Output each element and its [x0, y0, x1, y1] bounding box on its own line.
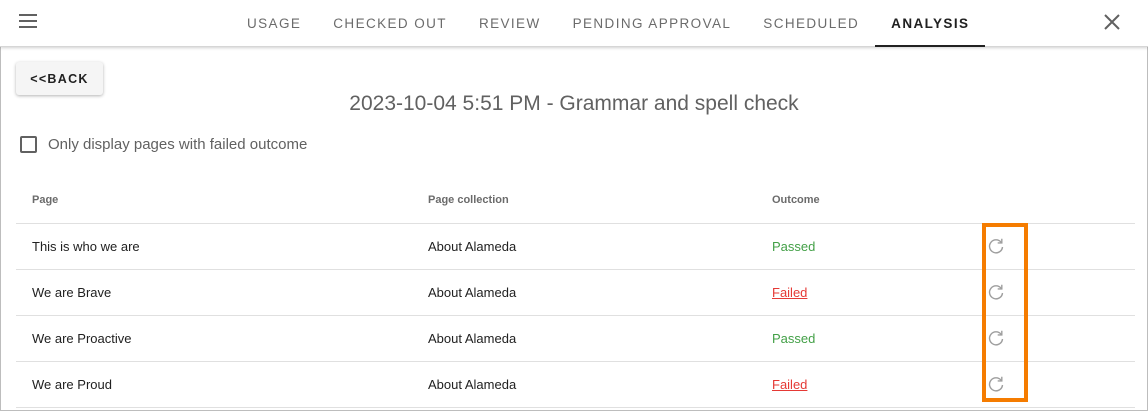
tab-usage[interactable]: USAGE	[231, 0, 317, 47]
tab-analysis[interactable]: ANALYSIS	[875, 0, 986, 47]
page-collection-cell: About Alameda	[428, 315, 772, 362]
outcome-cell: Failed	[772, 269, 985, 316]
page-collection-cell: About Alameda	[428, 361, 772, 408]
page-collection-cell: About Alameda	[428, 269, 772, 316]
table-row: We are Proactive About Alameda Passed	[16, 315, 1135, 362]
actions-cell	[985, 223, 1135, 270]
back-button[interactable]: <<BACK	[16, 62, 103, 95]
page-cell: We are Proud	[16, 361, 428, 408]
failed-only-label: Only display pages with failed outcome	[48, 136, 308, 153]
table-row: This is who we are About Alameda Passed	[16, 223, 1135, 270]
outcome-failed-link[interactable]: Failed	[772, 377, 807, 392]
outcome-passed: Passed	[772, 315, 985, 362]
refresh-icon[interactable]	[986, 282, 1006, 302]
refresh-icon[interactable]	[986, 236, 1006, 256]
tab-scheduled[interactable]: SCHEDULED	[747, 0, 875, 47]
tab-review[interactable]: REVIEW	[463, 0, 557, 47]
table-row: We are Brave About Alameda Failed	[16, 269, 1135, 316]
page-cell: We are Brave	[16, 269, 428, 316]
tab-bar: USAGE CHECKED OUT REVIEW PENDING APPROVA…	[231, 0, 986, 47]
refresh-icon[interactable]	[986, 374, 1006, 394]
actions-cell	[985, 315, 1135, 362]
results-table: Page Page collection Outcome This is who…	[16, 177, 1135, 408]
failed-only-checkbox[interactable]	[20, 136, 37, 153]
outcome-failed-link[interactable]: Failed	[772, 285, 807, 300]
tab-pending-approval[interactable]: PENDING APPROVAL	[557, 0, 748, 47]
outcome-passed: Passed	[772, 223, 985, 270]
column-header-page[interactable]: Page	[16, 177, 428, 224]
page-cell: We are Proactive	[16, 315, 428, 362]
column-header-actions	[985, 177, 1135, 224]
page-cell: This is who we are	[16, 223, 428, 270]
close-icon[interactable]	[1102, 12, 1122, 32]
actions-cell	[985, 269, 1135, 316]
column-header-outcome[interactable]: Outcome	[772, 177, 985, 224]
tab-checked-out[interactable]: CHECKED OUT	[317, 0, 463, 47]
failed-only-filter[interactable]: Only display pages with failed outcome	[20, 136, 307, 153]
table-row: We are Proud About Alameda Failed	[16, 361, 1135, 408]
top-navigation-bar: USAGE CHECKED OUT REVIEW PENDING APPROVA…	[0, 0, 1148, 47]
column-header-page-collection[interactable]: Page collection	[428, 177, 772, 224]
actions-cell	[985, 361, 1135, 408]
hamburger-menu-icon[interactable]	[19, 14, 37, 28]
outcome-cell: Failed	[772, 361, 985, 408]
page-title: 2023-10-04 5:51 PM - Grammar and spell c…	[349, 92, 799, 115]
table-header-row: Page Page collection Outcome	[16, 177, 1135, 224]
page-collection-cell: About Alameda	[428, 223, 772, 270]
refresh-icon[interactable]	[986, 328, 1006, 348]
